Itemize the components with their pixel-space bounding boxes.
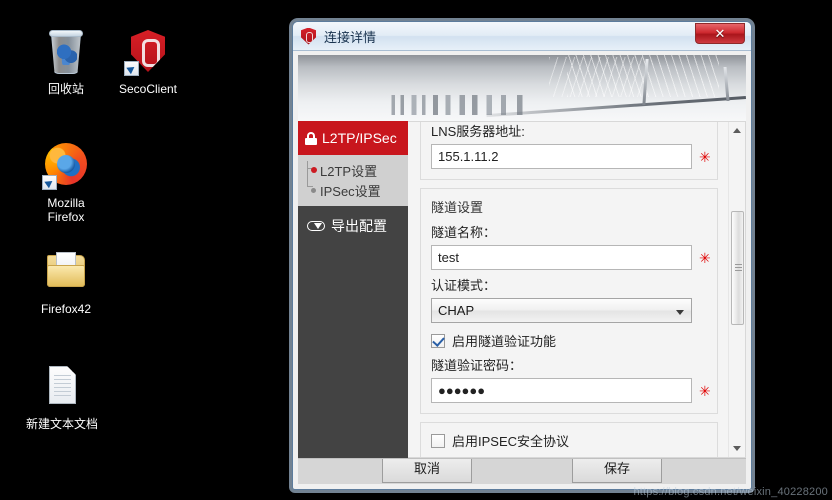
sidebar-tree-item-label: IPSec设置 bbox=[320, 183, 381, 199]
form-vertical-scrollbar[interactable] bbox=[728, 122, 745, 457]
tunnel-name-input[interactable]: test bbox=[431, 245, 692, 270]
chevron-up-icon bbox=[733, 128, 741, 133]
lock-icon bbox=[305, 131, 317, 145]
export-config-button[interactable]: 导出配置 bbox=[298, 206, 408, 246]
auth-mode-label: 认证模式： bbox=[431, 278, 497, 293]
sidebar-tree-item-l2tp-settings[interactable]: L2TP设置 bbox=[298, 160, 408, 180]
shortcut-arrow-icon bbox=[42, 175, 57, 190]
cloud-download-icon bbox=[307, 219, 325, 234]
lns-server-address-row: 155.1.11.2 ✳ bbox=[431, 144, 711, 169]
close-button[interactable]: ✕ bbox=[695, 23, 745, 44]
cancel-button[interactable]: 取消 bbox=[382, 459, 472, 483]
shield-icon bbox=[124, 28, 172, 76]
desktop-icon-label: Mozilla Firefox bbox=[47, 196, 85, 224]
grip-icon bbox=[734, 264, 742, 272]
enable-ipsec-checkbox[interactable] bbox=[431, 433, 445, 448]
chevron-down-icon bbox=[733, 446, 741, 451]
dialog-title: 连接详情 bbox=[324, 29, 377, 45]
required-asterisk-icon: ✳ bbox=[699, 382, 711, 399]
desktop-icon-secoclient[interactable]: SecoClient bbox=[100, 28, 196, 96]
export-config-label: 导出配置 bbox=[331, 218, 387, 234]
settings-form-scroll-content: LNS服务器地址: 155.1.11.2 ✳ 隧道设置 隧道名称： test ✳… bbox=[408, 122, 728, 457]
recycle-bin-icon bbox=[42, 28, 90, 76]
ipsec-settings-group: 启用IPSEC安全协议 bbox=[420, 422, 718, 457]
auth-mode-selected-value: CHAP bbox=[438, 303, 475, 318]
server-settings-group: LNS服务器地址: 155.1.11.2 ✳ bbox=[420, 122, 718, 180]
sidebar-item-label: L2TP/IPSec bbox=[322, 130, 397, 146]
enable-ipsec-label: 启用IPSEC安全协议 bbox=[452, 434, 570, 449]
lns-server-address-input[interactable]: 155.1.11.2 bbox=[431, 144, 692, 169]
bridge-cables-secondary-graphic bbox=[548, 57, 648, 97]
scrollbar-thumb[interactable] bbox=[730, 211, 744, 325]
dialog-footer: 取消 保存 bbox=[298, 458, 746, 484]
required-asterisk-icon: ✳ bbox=[699, 148, 711, 165]
save-button[interactable]: 保存 bbox=[572, 459, 662, 483]
dialog-titlebar[interactable]: 连接详情 ✕ bbox=[293, 22, 751, 51]
desktop-icon-label: 新建文本文档 bbox=[25, 417, 98, 431]
bridge-pylon-secondary-graphic bbox=[723, 67, 730, 101]
tunnel-settings-group: 隧道设置 隧道名称： test ✳ 认证模式： CHAP 启用隧道验证功能 隧道… bbox=[420, 188, 718, 414]
desktop-icon-label: Firefox42 bbox=[40, 302, 92, 316]
desktop-icon-label: SecoClient bbox=[118, 82, 178, 96]
watermark-text: https://blog.csdn.net/weixin_40228200 bbox=[633, 486, 828, 498]
enable-tunnel-auth-label: 启用隧道验证功能 bbox=[452, 334, 557, 349]
app-shield-icon bbox=[301, 27, 316, 45]
tunnel-name-label: 隧道名称： bbox=[431, 225, 497, 240]
sidebar-tree-item-ipsec-settings[interactable]: IPSec设置 bbox=[298, 180, 408, 200]
text-document-icon bbox=[38, 363, 86, 411]
scrollbar-track[interactable] bbox=[729, 139, 746, 440]
scroll-down-button[interactable] bbox=[729, 440, 746, 457]
tunnel-password-row: ●●●●●● ✳ bbox=[431, 378, 711, 403]
desktop-icon-new-text-document[interactable]: 新建文本文档 bbox=[14, 363, 110, 431]
settings-form-pane: LNS服务器地址: 155.1.11.2 ✳ 隧道设置 隧道名称： test ✳… bbox=[408, 121, 746, 458]
enable-ipsec-checkbox-row[interactable]: 启用IPSEC安全协议 bbox=[431, 431, 707, 450]
tunnel-password-input[interactable]: ●●●●●● bbox=[431, 378, 692, 403]
sidebar-tree: L2TP设置 IPSec设置 bbox=[298, 155, 408, 206]
auth-mode-row: CHAP bbox=[431, 298, 707, 323]
lns-server-address-label: LNS服务器地址: bbox=[431, 124, 525, 139]
tunnel-password-label: 隧道验证密码： bbox=[431, 358, 523, 373]
required-asterisk-icon: ✳ bbox=[699, 249, 711, 266]
bullet-icon bbox=[311, 167, 317, 173]
firefox-icon bbox=[42, 142, 90, 190]
bullet-icon bbox=[311, 188, 316, 193]
chevron-down-icon bbox=[676, 310, 684, 315]
sidebar-item-l2tp-ipsec[interactable]: L2TP/IPSec bbox=[298, 121, 408, 155]
header-banner-image bbox=[298, 55, 746, 121]
desktop-icon-firefox42-folder[interactable]: Firefox42 bbox=[18, 248, 114, 316]
connection-details-dialog: 连接详情 ✕ L2TP/IPSec L2TP设置 IPSec设置 导出配置 LN… bbox=[292, 21, 752, 490]
enable-tunnel-auth-checkbox[interactable] bbox=[431, 333, 445, 348]
dialog-body: L2TP/IPSec L2TP设置 IPSec设置 导出配置 LNS服务器地址:… bbox=[298, 121, 746, 458]
tunnel-settings-title: 隧道设置 bbox=[431, 200, 484, 215]
desktop-icon-mozilla-firefox[interactable]: Mozilla Firefox bbox=[18, 142, 114, 224]
folder-icon bbox=[42, 248, 90, 296]
enable-tunnel-auth-checkbox-row[interactable]: 启用隧道验证功能 bbox=[431, 331, 707, 350]
sidebar-tree-item-label: L2TP设置 bbox=[320, 163, 378, 179]
shortcut-arrow-icon bbox=[124, 61, 139, 76]
tunnel-name-row: test ✳ bbox=[431, 245, 711, 270]
scroll-up-button[interactable] bbox=[729, 122, 746, 139]
sidebar: L2TP/IPSec L2TP设置 IPSec设置 导出配置 bbox=[298, 121, 408, 458]
auth-mode-select[interactable]: CHAP bbox=[431, 298, 692, 323]
